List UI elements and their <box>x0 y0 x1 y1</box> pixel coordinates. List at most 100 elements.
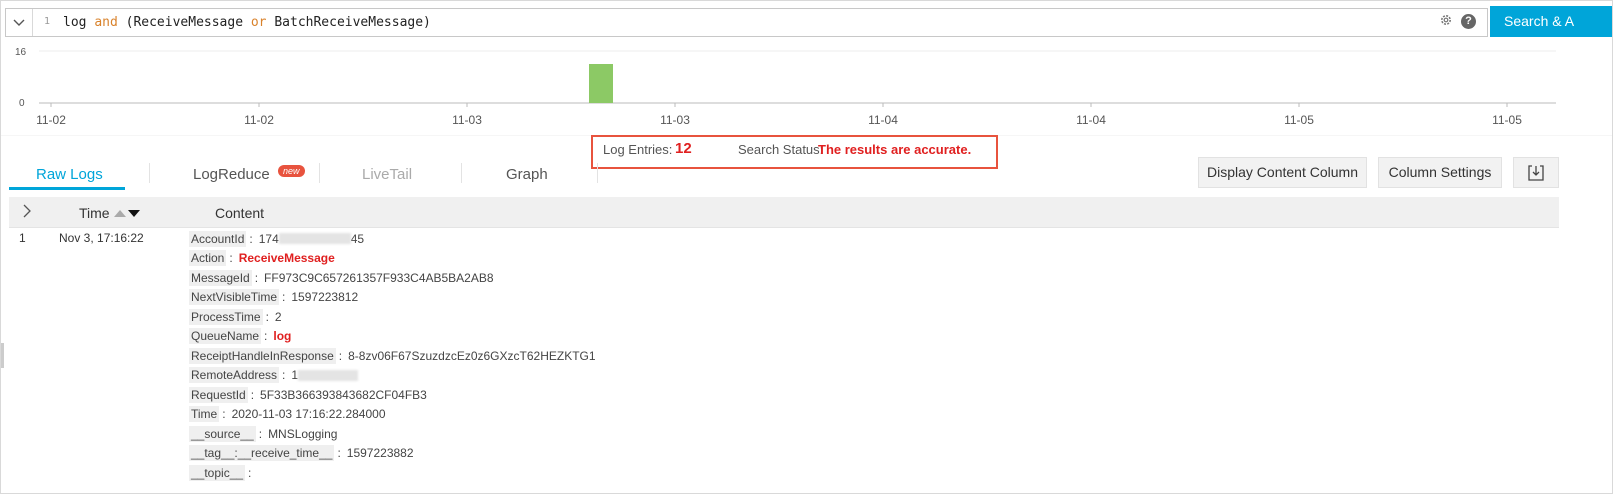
field-separator: : <box>338 348 343 363</box>
field-separator: : <box>258 426 263 441</box>
new-badge: new <box>278 165 305 177</box>
chevron-right-icon <box>23 204 31 218</box>
field-separator: : <box>229 251 233 266</box>
search-status-label: Search Status: <box>738 142 824 157</box>
content-column-header: Content <box>215 205 265 221</box>
x-axis-label: 11-02 <box>244 113 274 127</box>
histogram-bar <box>589 64 613 103</box>
field-value[interactable]: 2 <box>275 310 282 324</box>
column-settings-button[interactable]: Column Settings <box>1378 157 1502 188</box>
tab-divider <box>149 163 150 183</box>
collapse-toggle[interactable] <box>6 9 33 36</box>
query-token: log <box>63 15 95 30</box>
tab-divider <box>597 163 598 183</box>
field-value[interactable]: 174 <box>259 232 279 246</box>
field-key[interactable]: ProcessTime <box>189 308 263 325</box>
log-histogram: 16 0 11-02 11-02 11-03 11-03 11-04 11-04 11-05 11… <box>1 47 1612 136</box>
field-key[interactable]: __source__ <box>189 425 256 442</box>
log-entries-count: 12 <box>675 140 692 157</box>
line-number: 1 <box>44 16 51 27</box>
field-key[interactable]: ReceiptHandleInResponse <box>189 347 336 364</box>
field-separator: : <box>254 270 259 285</box>
field-key[interactable]: Time <box>189 406 220 423</box>
download-icon <box>1528 165 1544 181</box>
y-axis-min-label: 0 <box>19 98 25 109</box>
resize-handle[interactable] <box>1 343 4 368</box>
field-separator: : <box>282 368 286 383</box>
x-axis-label: 11-05 <box>1492 113 1522 127</box>
tab-logreduce[interactable]: LogReduce <box>193 166 270 183</box>
field-key[interactable]: RequestId <box>189 386 248 403</box>
query-text[interactable]: log and (ReceiveMessage or BatchReceiveM… <box>63 15 431 30</box>
field-separator: : <box>337 446 341 461</box>
search-analyze-button[interactable]: Search & A <box>1490 6 1612 37</box>
query-editor[interactable]: 1 log and (ReceiveMessage or BatchReceiv… <box>5 8 1488 37</box>
log-field: __source__: MNSLogging <box>189 424 596 444</box>
query-token: BatchReceiveMessage) <box>266 15 431 30</box>
display-content-column-button[interactable]: Display Content Column <box>1198 157 1367 188</box>
search-summary: Log Entries: 12 Search Status: The resul… <box>591 135 998 169</box>
log-field: ReceiptHandleInResponse:8-8zv06F67Szuzdz… <box>189 346 596 366</box>
log-content: AccountId: 174 45 Action: ReceiveMessage Mess… <box>189 229 596 483</box>
log-field: ProcessTime:2 <box>189 307 596 327</box>
field-value[interactable]: log <box>273 329 291 343</box>
tab-graph[interactable]: Graph <box>506 166 548 183</box>
x-axis-label: 11-04 <box>1076 113 1106 127</box>
log-field: RequestId:5F33B366393843682CF04FB3 <box>189 385 596 405</box>
row-index: 1 <box>19 231 26 245</box>
field-value[interactable]: 2020-11-03 17:16:22.284000 <box>232 407 386 421</box>
log-search-panel: 1 log and (ReceiveMessage or BatchReceiv… <box>0 0 1613 494</box>
field-value[interactable]: MNSLogging <box>268 427 337 441</box>
log-field: QueueName: log <box>189 327 596 347</box>
tab-divider <box>319 163 320 183</box>
field-value[interactable]: 8-8zv06F67SzuzdzcEz0z6GXzcT62HEZKTG1 <box>348 349 595 363</box>
tab-livetail[interactable]: LiveTail <box>362 166 412 183</box>
field-value[interactable]: 1 <box>291 368 298 382</box>
field-value[interactable]: 1597223882 <box>347 446 414 460</box>
field-separator: : <box>222 407 226 422</box>
field-key[interactable]: AccountId <box>189 230 247 247</box>
x-axis-label: 11-02 <box>36 113 66 127</box>
field-value[interactable]: 45 <box>351 232 364 246</box>
field-separator: : <box>282 290 286 305</box>
log-field: __topic__: <box>189 463 596 483</box>
query-token: (ReceiveMessage <box>117 15 251 30</box>
help-icon[interactable]: ? <box>1461 14 1476 29</box>
field-value[interactable]: ReceiveMessage <box>239 251 335 265</box>
download-button[interactable] <box>1513 157 1559 188</box>
log-field: Time:2020-11-03 17:16:22.284000 <box>189 405 596 425</box>
field-separator: : <box>248 465 252 480</box>
x-axis-label: 11-05 <box>1284 113 1314 127</box>
query-keyword: and <box>94 15 118 30</box>
field-key[interactable]: RemoteAddress <box>189 367 280 384</box>
x-axis-label: 11-03 <box>452 113 482 127</box>
sort-icon[interactable] <box>114 207 142 222</box>
chevron-down-icon <box>13 19 25 26</box>
time-column-header[interactable]: Time <box>79 205 110 221</box>
log-field: RemoteAddress:1 <box>189 366 596 386</box>
gear-icon[interactable] <box>1439 13 1453 30</box>
log-field: Action: ReceiveMessage <box>189 249 596 269</box>
log-entries-label: Log Entries: <box>603 142 673 157</box>
field-value[interactable]: 1597223812 <box>291 290 358 304</box>
field-key[interactable]: QueueName <box>189 328 262 345</box>
field-key[interactable]: __tag__:__receive_time__ <box>189 445 335 462</box>
log-field: MessageId: FF973C9C657261357F933C4AB5BA2A… <box>189 268 596 288</box>
tab-divider <box>461 163 462 183</box>
active-tab-indicator <box>9 187 125 190</box>
log-field: AccountId:174 45 <box>189 229 596 249</box>
masked-value <box>298 369 359 381</box>
tab-raw-logs[interactable]: Raw Logs <box>36 166 103 183</box>
field-key[interactable]: MessageId <box>189 269 252 286</box>
field-separator: : <box>265 309 269 324</box>
field-value[interactable]: 5F33B366393843682CF04FB3 <box>260 388 427 402</box>
x-axis-label: 11-04 <box>868 113 898 127</box>
field-value[interactable]: FF973C9C657261357F933C4AB5BA2AB8 <box>264 271 494 285</box>
expand-all-toggle[interactable] <box>22 204 32 221</box>
x-axis-label: 11-03 <box>660 113 690 127</box>
field-key[interactable]: __topic__ <box>189 464 246 481</box>
log-field: __tag__:__receive_time__:1597223882 <box>189 444 596 464</box>
field-key[interactable]: NextVisibleTime <box>189 289 280 306</box>
field-key[interactable]: Action <box>189 250 227 267</box>
table-header: Time Content <box>9 197 1559 228</box>
